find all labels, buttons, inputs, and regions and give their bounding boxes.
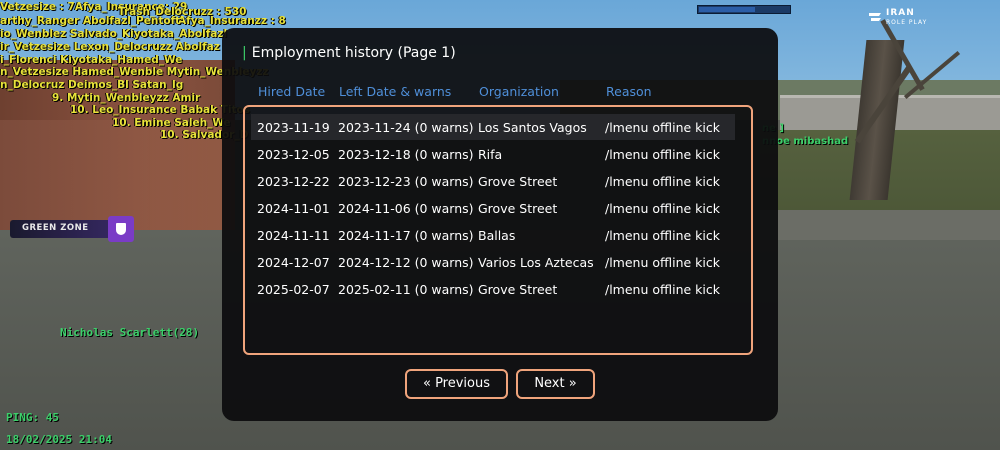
dialog-title-text: Employment history (Page 1) (251, 45, 456, 61)
player-label: Nicholas Scarlett(28) (60, 326, 200, 339)
shield-icon (108, 216, 134, 242)
organization-cell: Los Santos Vagos (478, 120, 587, 135)
hired-date-cell: 2024-12-07 (257, 255, 330, 270)
hired-date-cell: 2023-12-05 (257, 147, 330, 162)
datetime-readout: 18/02/2025 21:04 (6, 433, 112, 446)
table-row[interactable]: 2024-12-07 2024-12-12 (0 warns) Varios L… (251, 249, 735, 275)
left-date-cell: 2023-11-24 (0 warns) (338, 120, 474, 135)
table-row[interactable]: 2024-11-01 2024-11-06 (0 warns) Grove St… (251, 195, 735, 221)
health-bar-fill (699, 7, 755, 12)
killfeed-line: Afya_Insuranzz : 8 (178, 15, 286, 27)
left-date-cell: 2024-11-06 (0 warns) (338, 201, 474, 216)
next-page-button[interactable]: Next » (516, 369, 595, 399)
organization-cell: Ballas (478, 228, 516, 243)
reason-cell: /lmenu offline kick (605, 120, 720, 135)
organization-cell: Grove Street (478, 282, 558, 297)
history-list[interactable]: 2023-11-19 2023-11-24 (0 warns) Los Sant… (243, 105, 753, 355)
hired-date-cell: 2024-11-01 (257, 201, 330, 216)
organization-cell: Grove Street (478, 174, 558, 189)
killfeed-line: 10. Emine Saleh_We (112, 117, 231, 129)
killfeed-line: 9. Mytin_Wenbleyzz Amir (52, 92, 201, 104)
left-date-cell: 2023-12-18 (0 warns) (338, 147, 474, 162)
organization-cell: Grove Street (478, 201, 558, 216)
reason-cell: /lmenu offline kick (605, 282, 720, 297)
killfeed-line: n_Delocruz Deimos_Bl Satan_Ig (0, 79, 184, 91)
column-header-reason: Reason (606, 84, 652, 99)
title-accent: | (242, 45, 247, 61)
iran-roleplay-logo (869, 13, 881, 21)
table-row[interactable]: 2023-12-05 2023-12-18 (0 warns) Rifa /lm… (251, 141, 735, 167)
table-row[interactable]: 2025-02-07 2025-02-11 (0 warns) Grove St… (251, 276, 735, 302)
hired-date-cell: 2024-11-11 (257, 228, 330, 243)
green-zone-label: GREEN ZONE (22, 223, 89, 233)
reason-cell: /lmenu offline kick (605, 255, 720, 270)
reason-cell: /lmenu offline kick (605, 174, 720, 189)
previous-page-button[interactable]: « Previous (405, 369, 508, 399)
column-header-organization: Organization (479, 84, 559, 99)
killfeed-line: i_Florenci Kiyotaka_Hamed_We (0, 54, 183, 66)
ping-readout: PING: 45 (6, 411, 59, 424)
organization-cell: Varios Los Aztecas (478, 255, 594, 270)
column-header-hired-date: Hired Date (258, 84, 326, 99)
hired-date-cell: 2023-12-22 (257, 174, 330, 189)
column-header-left-date: Left Date & warns (339, 84, 452, 99)
left-date-cell: 2024-12-12 (0 warns) (338, 255, 474, 270)
dialog-title: | Employment history (Page 1) (242, 45, 456, 61)
left-date-cell: 2023-12-23 (0 warns) (338, 174, 474, 189)
green-zone-badge: GREEN ZONE (10, 216, 134, 242)
left-date-cell: 2024-11-17 (0 warns) (338, 228, 474, 243)
reason-cell: /lmenu offline kick (605, 147, 720, 162)
table-row[interactable]: 2023-11-19 2023-11-24 (0 warns) Los Sant… (251, 114, 735, 140)
killfeed-line: io_Wenblez Salvado_Kiyotaka_Abolfazl (0, 28, 228, 40)
hired-date-cell: 2023-11-19 (257, 120, 330, 135)
logo-title: IRAN (886, 8, 915, 18)
server-logo: IRAN ROLE PLAY (868, 7, 938, 31)
killfeed-line: arthy_Ranger Abolfazl_Pentoft (0, 15, 181, 27)
logo-subtitle: ROLE PLAY (886, 19, 928, 26)
reason-cell: /lmenu offline kick (605, 228, 720, 243)
health-bar (697, 5, 791, 14)
table-row[interactable]: 2024-11-11 2024-11-17 (0 warns) Ballas /… (251, 222, 735, 248)
sidewalk (760, 210, 1000, 240)
reason-cell: /lmenu offline kick (605, 201, 720, 216)
organization-cell: Rifa (478, 147, 503, 162)
killfeed-line: ir_Vetzesize Lexon_Delocruzz Abolfaz (0, 41, 220, 53)
left-date-cell: 2025-02-11 (0 warns) (338, 282, 474, 297)
employment-history-dialog: | Employment history (Page 1) Hired Date … (222, 28, 778, 421)
hired-date-cell: 2025-02-07 (257, 282, 330, 297)
table-row[interactable]: 2023-12-22 2023-12-23 (0 warns) Grove St… (251, 168, 735, 194)
